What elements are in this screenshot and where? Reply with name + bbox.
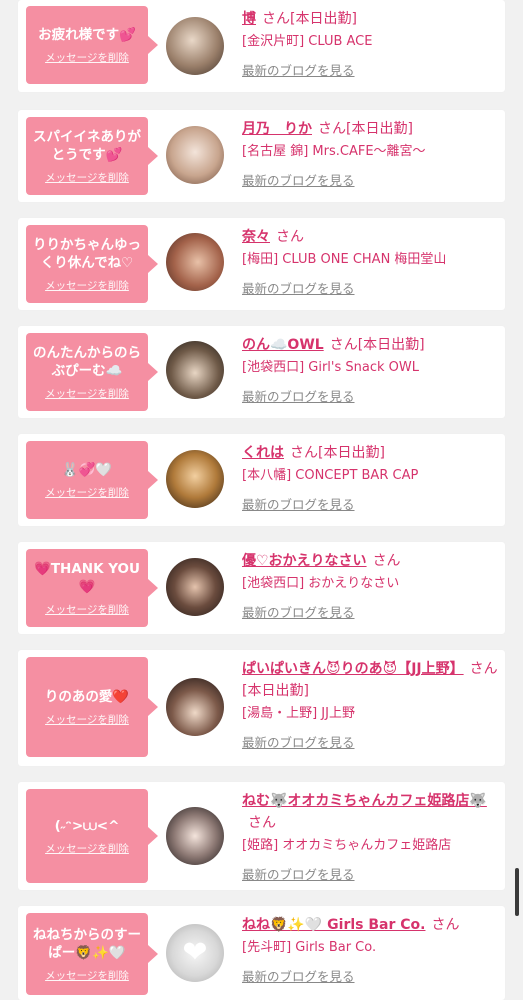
blog-link[interactable]: 最新のブログを見る [242,278,355,297]
message-bubble: (˶ᵔ>⩊<^ メッセージを削除 [26,789,158,883]
list-item: りりかちゃんゆっくり休んでね♡ メッセージを削除 奈々 さん [梅田] CLUB … [18,218,505,310]
honorific: さん [329,337,358,353]
delete-message-link[interactable]: メッセージを削除 [45,50,129,65]
blog-link[interactable]: 最新のブログを見る [242,602,355,621]
blog-link[interactable]: 最新のブログを見る [242,60,355,79]
list-item: 💗THANK YOU💗 メッセージを削除 優♡おかえりなさい さん [池袋西口] … [18,542,505,634]
status-badge: [本日出勤] [242,683,309,699]
delete-message-link[interactable]: メッセージを削除 [45,485,129,500]
honorific: さん [290,445,318,461]
message-text: りのあの愛❤️ [44,688,130,705]
shop-name: [梅田] CLUB ONE CHAN 梅田堂山 [242,252,447,267]
list-item: りのあの愛❤️ メッセージを削除 ぱいぱいきん😈りのあ😈【JJ上野】 さん [本日出… [18,650,505,766]
message-bubble: お疲れ様です💕 メッセージを削除 [26,6,158,84]
shop-name: [金沢片町] CLUB ACE [242,34,373,49]
honorific: さん [248,815,276,831]
avatar[interactable] [166,450,224,508]
delete-message-link[interactable]: メッセージを削除 [45,170,129,185]
list-item: 🐰💞🤍 メッセージを削除 くれは さん[本日出勤] [本八幡] CONCEPT B… [18,434,505,526]
avatar[interactable] [166,558,224,616]
shop-name: [名古屋 錦] Mrs.CAFE〜離宮〜 [242,144,426,159]
delete-message-link[interactable]: メッセージを削除 [45,841,129,856]
user-name-link[interactable]: ねむ🐺オオカミちゃんカフェ姫路店🐺 [242,793,487,809]
avatar[interactable] [166,678,224,736]
scrollbar[interactable] [515,868,519,916]
message-bubble: りりかちゃんゆっくり休んでね♡ メッセージを削除 [26,225,158,303]
message-text: りりかちゃんゆっくり休んでね♡ [33,236,141,271]
list-item: スパイイネありがとうです💕 メッセージを削除 月乃 りか さん[本日出勤] [名古… [18,110,505,202]
honorific: さん [276,229,304,245]
shop-name: [池袋西口] Girl's Snack OWL [242,360,419,375]
shop-name: [湯島・上野] JJ上野 [242,706,355,721]
message-text: スパイイネありがとうです💕 [33,128,141,163]
blog-link[interactable]: 最新のブログを見る [242,966,355,985]
user-info: 優♡おかえりなさい さん [池袋西口] おかえりなさい 最新のブログを見る [242,550,498,621]
user-name-link[interactable]: 優♡おかえりなさい [242,553,367,569]
user-info: 奈々 さん [梅田] CLUB ONE CHAN 梅田堂山 最新のブログを見る [242,226,498,297]
delete-message-link[interactable]: メッセージを削除 [45,602,129,617]
status-badge: [本日出勤] [290,11,357,27]
blog-link[interactable]: 最新のブログを見る [242,864,355,883]
user-name-link[interactable]: 月乃 りか [242,121,312,137]
avatar[interactable]: ❤ [166,924,224,982]
avatar[interactable] [166,807,224,865]
user-name-link[interactable]: のん☁️OWL [242,337,324,353]
honorific: さん [431,917,460,933]
status-badge: [本日出勤] [357,337,425,353]
avatar[interactable] [166,233,224,291]
user-info: のん☁️OWL さん[本日出勤] [池袋西口] Girl's Snack OWL … [242,334,498,405]
user-name-link[interactable]: ねね🦁✨🤍 Girls Bar Co. [242,917,425,933]
user-info: ぱいぱいきん😈りのあ😈【JJ上野】 さん [本日出勤] [湯島・上野] JJ上野 最… [242,658,498,751]
delete-message-link[interactable]: メッセージを削除 [45,712,129,727]
white-heart-icon: ❤ [182,935,208,970]
avatar[interactable] [166,17,224,75]
user-info: 博さん[本日出勤] [金沢片町] CLUB ACE 最新のブログを見る [242,8,498,79]
honorific: さん [469,661,498,677]
blog-link[interactable]: 最新のブログを見る [242,386,355,405]
message-bubble: 🐰💞🤍 メッセージを削除 [26,441,158,519]
delete-message-link[interactable]: メッセージを削除 [45,278,129,293]
blog-link[interactable]: 最新のブログを見る [242,494,355,513]
avatar[interactable] [166,126,224,184]
avatar[interactable] [166,341,224,399]
user-name-link[interactable]: 奈々 [242,229,270,245]
user-info: くれは さん[本日出勤] [本八幡] CONCEPT BAR CAP 最新のブログ… [242,442,498,513]
user-name-link[interactable]: ぱいぱいきん😈りのあ😈【JJ上野】 [242,661,464,677]
blog-link[interactable]: 最新のブログを見る [242,170,355,189]
message-text: のんたんからのらぶぴーむ☁️ [33,344,141,379]
shop-name: [本八幡] CONCEPT BAR CAP [242,468,419,483]
shop-name: [池袋西口] おかえりなさい [242,576,400,591]
blog-link[interactable]: 最新のブログを見る [242,732,355,751]
list-item: のんたんからのらぶぴーむ☁️ メッセージを削除 のん☁️OWL さん[本日出勤] … [18,326,505,418]
message-bubble: ねねちからのすーぱー🦁✨🤍 メッセージを削除 [26,913,158,995]
message-text: (˶ᵔ>⩊<^ [54,817,120,834]
message-text: 💗THANK YOU💗 [34,560,140,595]
message-bubble: スパイイネありがとうです💕 メッセージを削除 [26,117,158,195]
honorific: さん [318,121,346,137]
delete-message-link[interactable]: メッセージを削除 [45,386,129,401]
shop-name: [姫路] オオカミちゃんカフェ姫路店 [242,838,452,853]
list-item: (˶ᵔ>⩊<^ メッセージを削除 ねむ🐺オオカミちゃんカフェ姫路店🐺 さん [姫路… [18,782,505,890]
message-bubble: のんたんからのらぶぴーむ☁️ メッセージを削除 [26,333,158,411]
status-badge: [本日出勤] [318,445,385,461]
message-bubble: りのあの愛❤️ メッセージを削除 [26,657,158,757]
user-name-link[interactable]: くれは [242,445,284,461]
list-item: お疲れ様です💕 メッセージを削除 博さん[本日出勤] [金沢片町] CLUB A… [18,0,505,92]
honorific: さん [372,553,401,569]
message-text: お疲れ様です💕 [38,26,136,43]
user-info: 月乃 りか さん[本日出勤] [名古屋 錦] Mrs.CAFE〜離宮〜 最新のブロ… [242,118,498,189]
user-info: ねね🦁✨🤍 Girls Bar Co. さん [先斗町] Girls Bar Co… [242,914,498,985]
message-text: ねねちからのすーぱー🦁✨🤍 [33,926,141,961]
shop-name: [先斗町] Girls Bar Co. [242,940,377,955]
user-info: ねむ🐺オオカミちゃんカフェ姫路店🐺 さん [姫路] オオカミちゃんカフェ姫路店 最… [242,790,498,883]
user-name-link[interactable]: 博 [242,11,256,27]
list-item: ねねちからのすーぱー🦁✨🤍 メッセージを削除 ❤ ねね🦁✨🤍 Girls Bar… [18,906,505,1000]
honorific: さん [262,11,290,27]
delete-message-link[interactable]: メッセージを削除 [45,968,129,983]
message-text: 🐰💞🤍 [61,461,113,478]
message-bubble: 💗THANK YOU💗 メッセージを削除 [26,549,158,627]
status-badge: [本日出勤] [346,121,413,137]
